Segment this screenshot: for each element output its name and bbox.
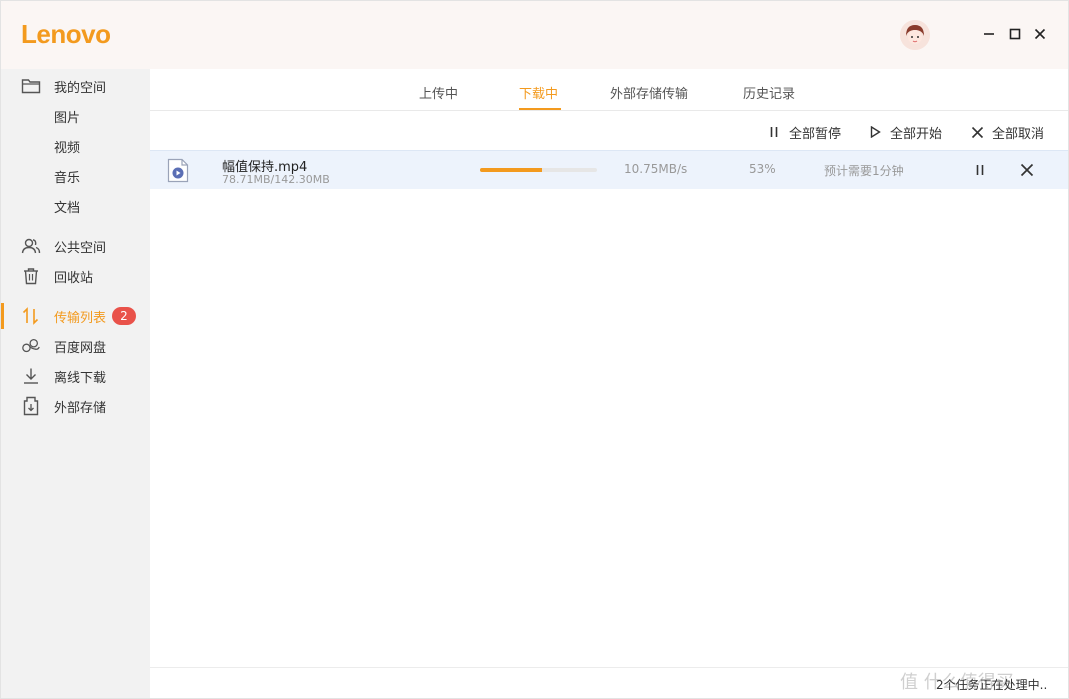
usb-drive-icon (21, 396, 41, 416)
start-all-label: 全部开始 (890, 126, 943, 142)
minimize-button[interactable] (978, 23, 1000, 45)
sidebar-item-label: 图片 (54, 110, 81, 126)
sidebar-item-label: 视频 (54, 140, 81, 156)
transfer-icon (21, 306, 41, 326)
lenovo-logo: Lenovo (21, 19, 111, 49)
sidebar-item-videos[interactable]: 视频 (1, 131, 150, 161)
sidebar-item-label: 音乐 (54, 170, 81, 186)
transfer-count-badge: 2 (112, 307, 136, 325)
pause-icon (767, 125, 781, 139)
close-window-button[interactable] (1029, 23, 1051, 45)
pause-all-label: 全部暂停 (789, 126, 842, 142)
file-size: 78.71MB/142.30MB (222, 173, 330, 186)
close-icon (970, 125, 984, 139)
user-avatar[interactable] (900, 20, 930, 50)
download-eta: 预计需要1分钟 (824, 164, 904, 178)
download-progress-bar (480, 168, 597, 172)
sidebar-item-music[interactable]: 音乐 (1, 161, 150, 191)
pause-all-button[interactable]: 全部暂停 (767, 123, 842, 142)
sidebar-item-transfer-list[interactable]: 传输列表 2 (1, 301, 150, 331)
sidebar-item-label: 文档 (54, 200, 81, 216)
sidebar-item-recycle-bin[interactable]: 回收站 (1, 261, 150, 291)
close-icon (1020, 163, 1034, 177)
active-tab-indicator (519, 108, 561, 110)
sidebar-item-my-space[interactable]: 我的空间 (1, 71, 150, 101)
download-progress-fill (480, 168, 542, 172)
sidebar-item-label: 回收站 (54, 270, 94, 286)
main-panel: 上传中 下载中 外部存储传输 历史记录 全部暂停 全部开始 全部取消 幅值保持.… (150, 69, 1068, 698)
sidebar-item-offline-download[interactable]: 离线下载 (1, 361, 150, 391)
sidebar-item-label: 公共空间 (54, 240, 107, 256)
play-icon (868, 125, 882, 139)
minimize-icon (984, 33, 994, 35)
sidebar: 我的空间 图片 视频 音乐 文档 公共空间 回收站 传输列表 2 百度网盘 离线… (1, 69, 150, 698)
sidebar-item-label: 外部存储 (54, 400, 107, 416)
tab-uploading[interactable]: 上传中 (419, 83, 458, 102)
folder-icon (21, 76, 41, 96)
tab-history[interactable]: 历史记录 (743, 83, 795, 102)
start-all-button[interactable]: 全部开始 (868, 123, 943, 142)
sidebar-item-label: 百度网盘 (54, 340, 107, 356)
download-speed: 10.75MB/s (624, 162, 688, 176)
close-icon (1034, 28, 1046, 40)
cancel-download-button[interactable] (1018, 161, 1036, 179)
maximize-icon (1009, 28, 1021, 40)
sidebar-item-documents[interactable]: 文档 (1, 191, 150, 221)
transfer-tabs: 上传中 下载中 外部存储传输 历史记录 (150, 69, 1068, 111)
sidebar-item-external-storage[interactable]: 外部存储 (1, 391, 150, 421)
sidebar-item-baidu-netdisk[interactable]: 百度网盘 (1, 331, 150, 361)
download-icon (21, 366, 41, 386)
cancel-all-label: 全部取消 (992, 126, 1045, 142)
sidebar-item-public-space[interactable]: 公共空间 (1, 231, 150, 261)
tab-external-storage-transfer[interactable]: 外部存储传输 (610, 83, 688, 102)
cloud-link-icon (21, 336, 41, 356)
pause-download-button[interactable] (971, 161, 989, 179)
sidebar-item-label: 传输列表 (54, 310, 107, 326)
sidebar-item-label: 离线下载 (54, 370, 107, 386)
users-icon (21, 236, 41, 256)
sidebar-item-pictures[interactable]: 图片 (1, 101, 150, 131)
title-bar: Lenovo (1, 1, 1068, 69)
cancel-all-button[interactable]: 全部取消 (970, 123, 1045, 142)
sidebar-item-label: 我的空间 (54, 80, 107, 96)
status-text: 2个任务正在处理中.. (936, 678, 1048, 692)
video-file-icon (167, 158, 189, 183)
tab-downloading[interactable]: 下载中 (519, 83, 558, 102)
trash-icon (21, 266, 41, 286)
download-percent: 53% (749, 162, 776, 176)
pause-icon (976, 165, 984, 175)
status-bar: 值 什么值得买 2个任务正在处理中.. (150, 667, 1068, 698)
download-row[interactable]: 幅值保持.mp4 78.71MB/142.30MB 10.75MB/s 53% … (150, 150, 1068, 189)
maximize-button[interactable] (1004, 23, 1026, 45)
app-window: Lenovo 我的空间 图片 视频 音乐 文档 公共空间 回收站 传输列表 2 … (0, 0, 1069, 699)
